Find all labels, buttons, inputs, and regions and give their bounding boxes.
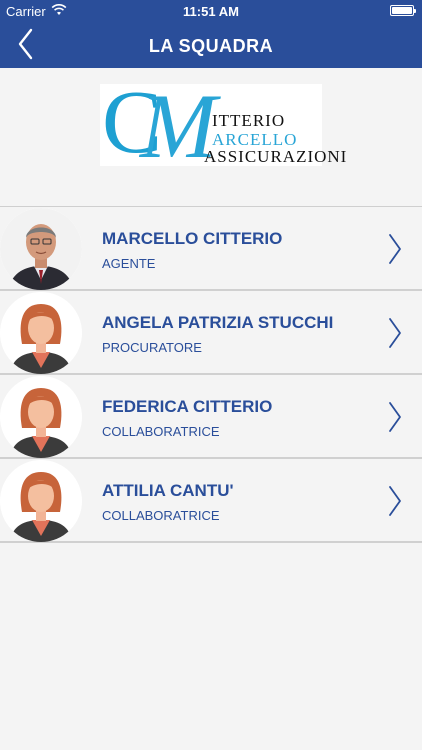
page-title: LA SQUADRA <box>148 36 274 56</box>
member-role: AGENTE <box>102 256 156 271</box>
female-avatar <box>0 376 82 458</box>
team-member-row[interactable]: ANGELA PATRIZIA STUCCHI PROCURATORE <box>0 291 422 375</box>
member-role: COLLABORATRICE <box>102 424 220 439</box>
member-role: COLLABORATRICE <box>102 508 220 523</box>
male-portrait-avatar <box>0 208 82 290</box>
member-name: MARCELLO CITTERIO <box>102 229 283 248</box>
chevron-right-icon <box>389 234 401 264</box>
chevron-right-icon <box>389 486 401 516</box>
member-name: ANGELA PATRIZIA STUCCHI <box>102 313 334 332</box>
female-avatar <box>0 292 82 374</box>
logo-line-2: ARCELLO <box>212 130 298 149</box>
chevron-right-icon <box>389 402 401 432</box>
navigation-bar: Carrier 11:51 AM LA SQUADRA <box>0 0 422 68</box>
team-member-row[interactable]: ATTILIA CANTU' COLLABORATRICE <box>0 459 422 543</box>
member-name: FEDERICA CITTERIO <box>102 397 273 416</box>
logo-line-3: ASSICURAZIONI <box>204 147 348 166</box>
battery-icon <box>390 5 416 16</box>
female-avatar <box>0 460 82 542</box>
member-name: ATTILIA CANTU' <box>102 481 234 500</box>
status-bar: Carrier 11:51 AM <box>0 0 422 22</box>
team-member-row[interactable]: MARCELLO CITTERIO AGENTE <box>0 207 422 291</box>
clock: 11:51 AM <box>183 4 239 19</box>
logo-line-1: ITTERIO <box>212 111 286 130</box>
team-list: MARCELLO CITTERIO AGENTE ANGELA PATRIZIA… <box>0 206 422 543</box>
team-member-row[interactable]: FEDERICA CITTERIO COLLABORATRICE <box>0 375 422 459</box>
chevron-right-icon <box>389 318 401 348</box>
member-role: PROCURATORE <box>102 340 202 355</box>
company-logo: C M ITTERIO ARCELLO ASSICURAZIONI <box>100 78 346 172</box>
